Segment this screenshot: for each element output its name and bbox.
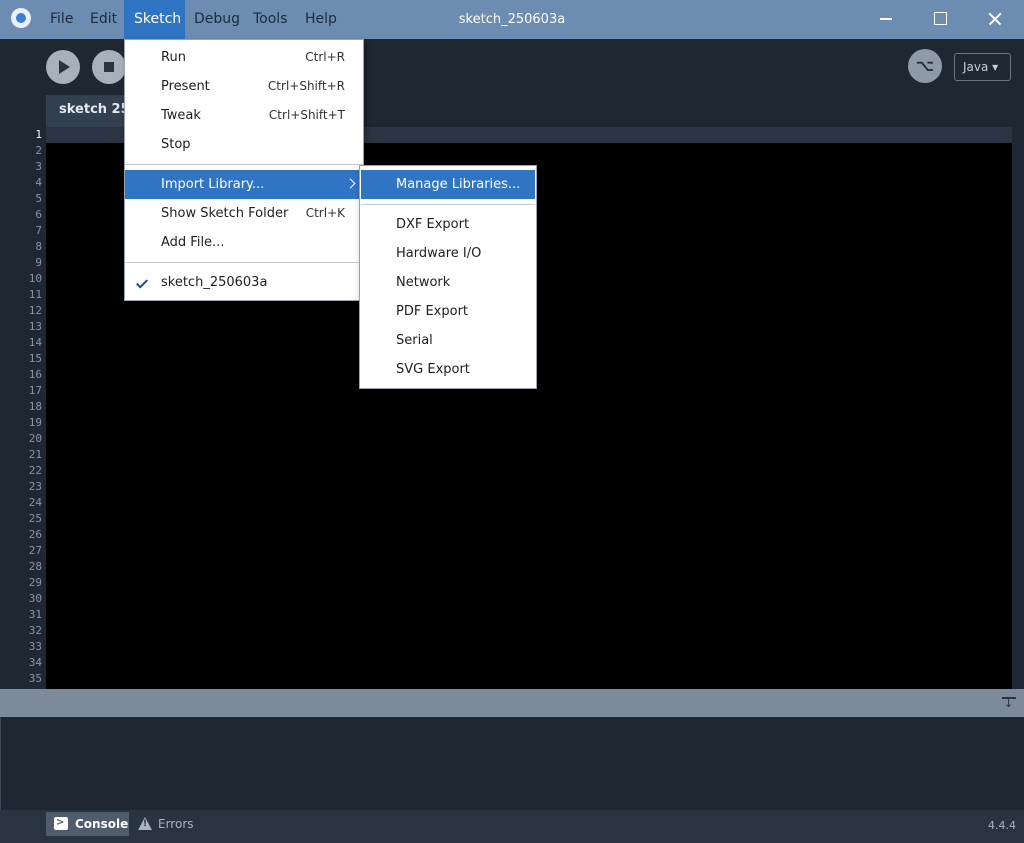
- menu-item-library[interactable]: DXF Export: [361, 210, 535, 239]
- menu-file[interactable]: File: [40, 0, 83, 39]
- menu-item-run[interactable]: Run Ctrl+R: [125, 43, 363, 72]
- menu-item-current-sketch[interactable]: sketch_250603a: [125, 268, 363, 297]
- sketch-menu: Run Ctrl+R Present Ctrl+Shift+R Tweak Ct…: [124, 39, 364, 301]
- menu-tools[interactable]: Tools: [243, 0, 298, 39]
- shortcut-present: Ctrl+Shift+R: [267, 79, 345, 93]
- menu-item-tweak[interactable]: Tweak Ctrl+Shift+T: [125, 101, 363, 130]
- import-library-submenu: Manage Libraries... DXF Export Hardware …: [359, 165, 537, 389]
- line-number: 35: [28, 672, 42, 685]
- line-number: 28: [28, 560, 42, 573]
- minimize-icon[interactable]: [860, 0, 912, 39]
- tab-console[interactable]: Console: [46, 811, 129, 836]
- shortcut-tweak: Ctrl+Shift+T: [268, 108, 345, 122]
- tab-sketch[interactable]: sketch 250603a: [46, 95, 136, 127]
- line-number: 11: [28, 288, 42, 301]
- line-number: 12: [28, 304, 42, 317]
- title-bar: File Edit Sketch Debug Tools Help sketch…: [0, 0, 1024, 39]
- line-number: 18: [28, 400, 42, 413]
- menu-item-library[interactable]: Hardware I/O: [361, 239, 535, 268]
- line-number: 27: [28, 544, 42, 557]
- line-number: 4: [35, 176, 42, 189]
- line-number-gutter: 1 2 3 4 5 6 7 8 9 10 11 12 13 14 15 16 17 18 19 20 21 22 23 24 2…: [0, 127, 46, 689]
- menu-item-library[interactable]: PDF Export: [361, 297, 535, 326]
- line-number: 26: [28, 528, 42, 541]
- line-number: 34: [28, 656, 42, 669]
- menu-sketch[interactable]: Sketch: [124, 0, 185, 39]
- line-number: 20: [28, 432, 42, 445]
- menu-item-library[interactable]: SVG Export: [361, 355, 535, 384]
- line-number: 23: [28, 480, 42, 493]
- menu-item-stop[interactable]: Stop: [125, 130, 363, 159]
- line-number: 9: [35, 256, 42, 269]
- line-number: 3: [35, 160, 42, 173]
- line-number: 5: [35, 192, 42, 205]
- debugger-button[interactable]: ⌥: [908, 49, 942, 83]
- line-number: 21: [28, 448, 42, 461]
- line-number: 29: [28, 576, 42, 589]
- version-label: 4.4.4: [988, 819, 1016, 832]
- menu-item-library[interactable]: Network: [361, 268, 535, 297]
- line-number: 30: [28, 592, 42, 605]
- line-number: 6: [35, 208, 42, 221]
- console-output[interactable]: [0, 717, 1024, 810]
- line-number: 25: [28, 512, 42, 525]
- menu-separator: [125, 164, 363, 165]
- line-number: 13: [28, 320, 42, 333]
- menu-debug[interactable]: Debug: [184, 0, 250, 39]
- menu-item-present[interactable]: Present Ctrl+Shift+R: [125, 72, 363, 101]
- menu-item-import-library[interactable]: Import Library...: [125, 170, 363, 199]
- menu-edit[interactable]: Edit: [80, 0, 127, 39]
- line-number: 24: [28, 496, 42, 509]
- warning-icon: [138, 817, 152, 830]
- editor-scrollbar[interactable]: [1012, 127, 1024, 689]
- menu-item-add-file[interactable]: Add File...: [125, 228, 363, 257]
- shortcut-show-folder: Ctrl+K: [305, 206, 345, 220]
- line-number: 32: [28, 624, 42, 637]
- console-icon: [54, 811, 68, 835]
- tab-errors-label: Errors: [158, 817, 194, 831]
- tab-console-label: Console: [75, 817, 129, 831]
- line-number: 22: [28, 464, 42, 477]
- line-number: 2: [35, 144, 42, 157]
- line-number: 1: [35, 128, 42, 141]
- close-icon[interactable]: [968, 0, 1020, 39]
- line-number: 10: [28, 272, 42, 285]
- check-icon: [135, 276, 149, 289]
- menu-item-manage-libraries[interactable]: Manage Libraries...: [361, 170, 535, 199]
- menu-item-show-sketch-folder[interactable]: Show Sketch Folder Ctrl+K: [125, 199, 363, 228]
- stop-button[interactable]: [92, 50, 126, 84]
- line-number: 33: [28, 640, 42, 653]
- scroll-to-bottom-icon[interactable]: [1002, 695, 1016, 711]
- line-number: 14: [28, 336, 42, 349]
- maximize-icon[interactable]: [914, 0, 966, 39]
- menu-separator: [125, 262, 363, 263]
- debugger-icon: ⌥: [915, 56, 935, 75]
- menu-help[interactable]: Help: [295, 0, 347, 39]
- menu-separator: [361, 204, 535, 205]
- menu-item-library[interactable]: Serial: [361, 326, 535, 355]
- line-number: 19: [28, 416, 42, 429]
- tab-errors[interactable]: Errors: [137, 812, 207, 836]
- mode-selector[interactable]: Java ▾: [954, 53, 1011, 81]
- console-header: [0, 689, 1024, 717]
- line-number: 15: [28, 352, 42, 365]
- shortcut-run: Ctrl+R: [305, 50, 345, 64]
- line-number: 31: [28, 608, 42, 621]
- chevron-right-icon: [345, 178, 356, 189]
- line-number: 16: [28, 368, 42, 381]
- processing-logo-icon: [11, 8, 31, 28]
- line-number: 8: [35, 240, 42, 253]
- line-number: 17: [28, 384, 42, 397]
- line-number: 7: [35, 224, 42, 237]
- run-button[interactable]: [46, 50, 80, 84]
